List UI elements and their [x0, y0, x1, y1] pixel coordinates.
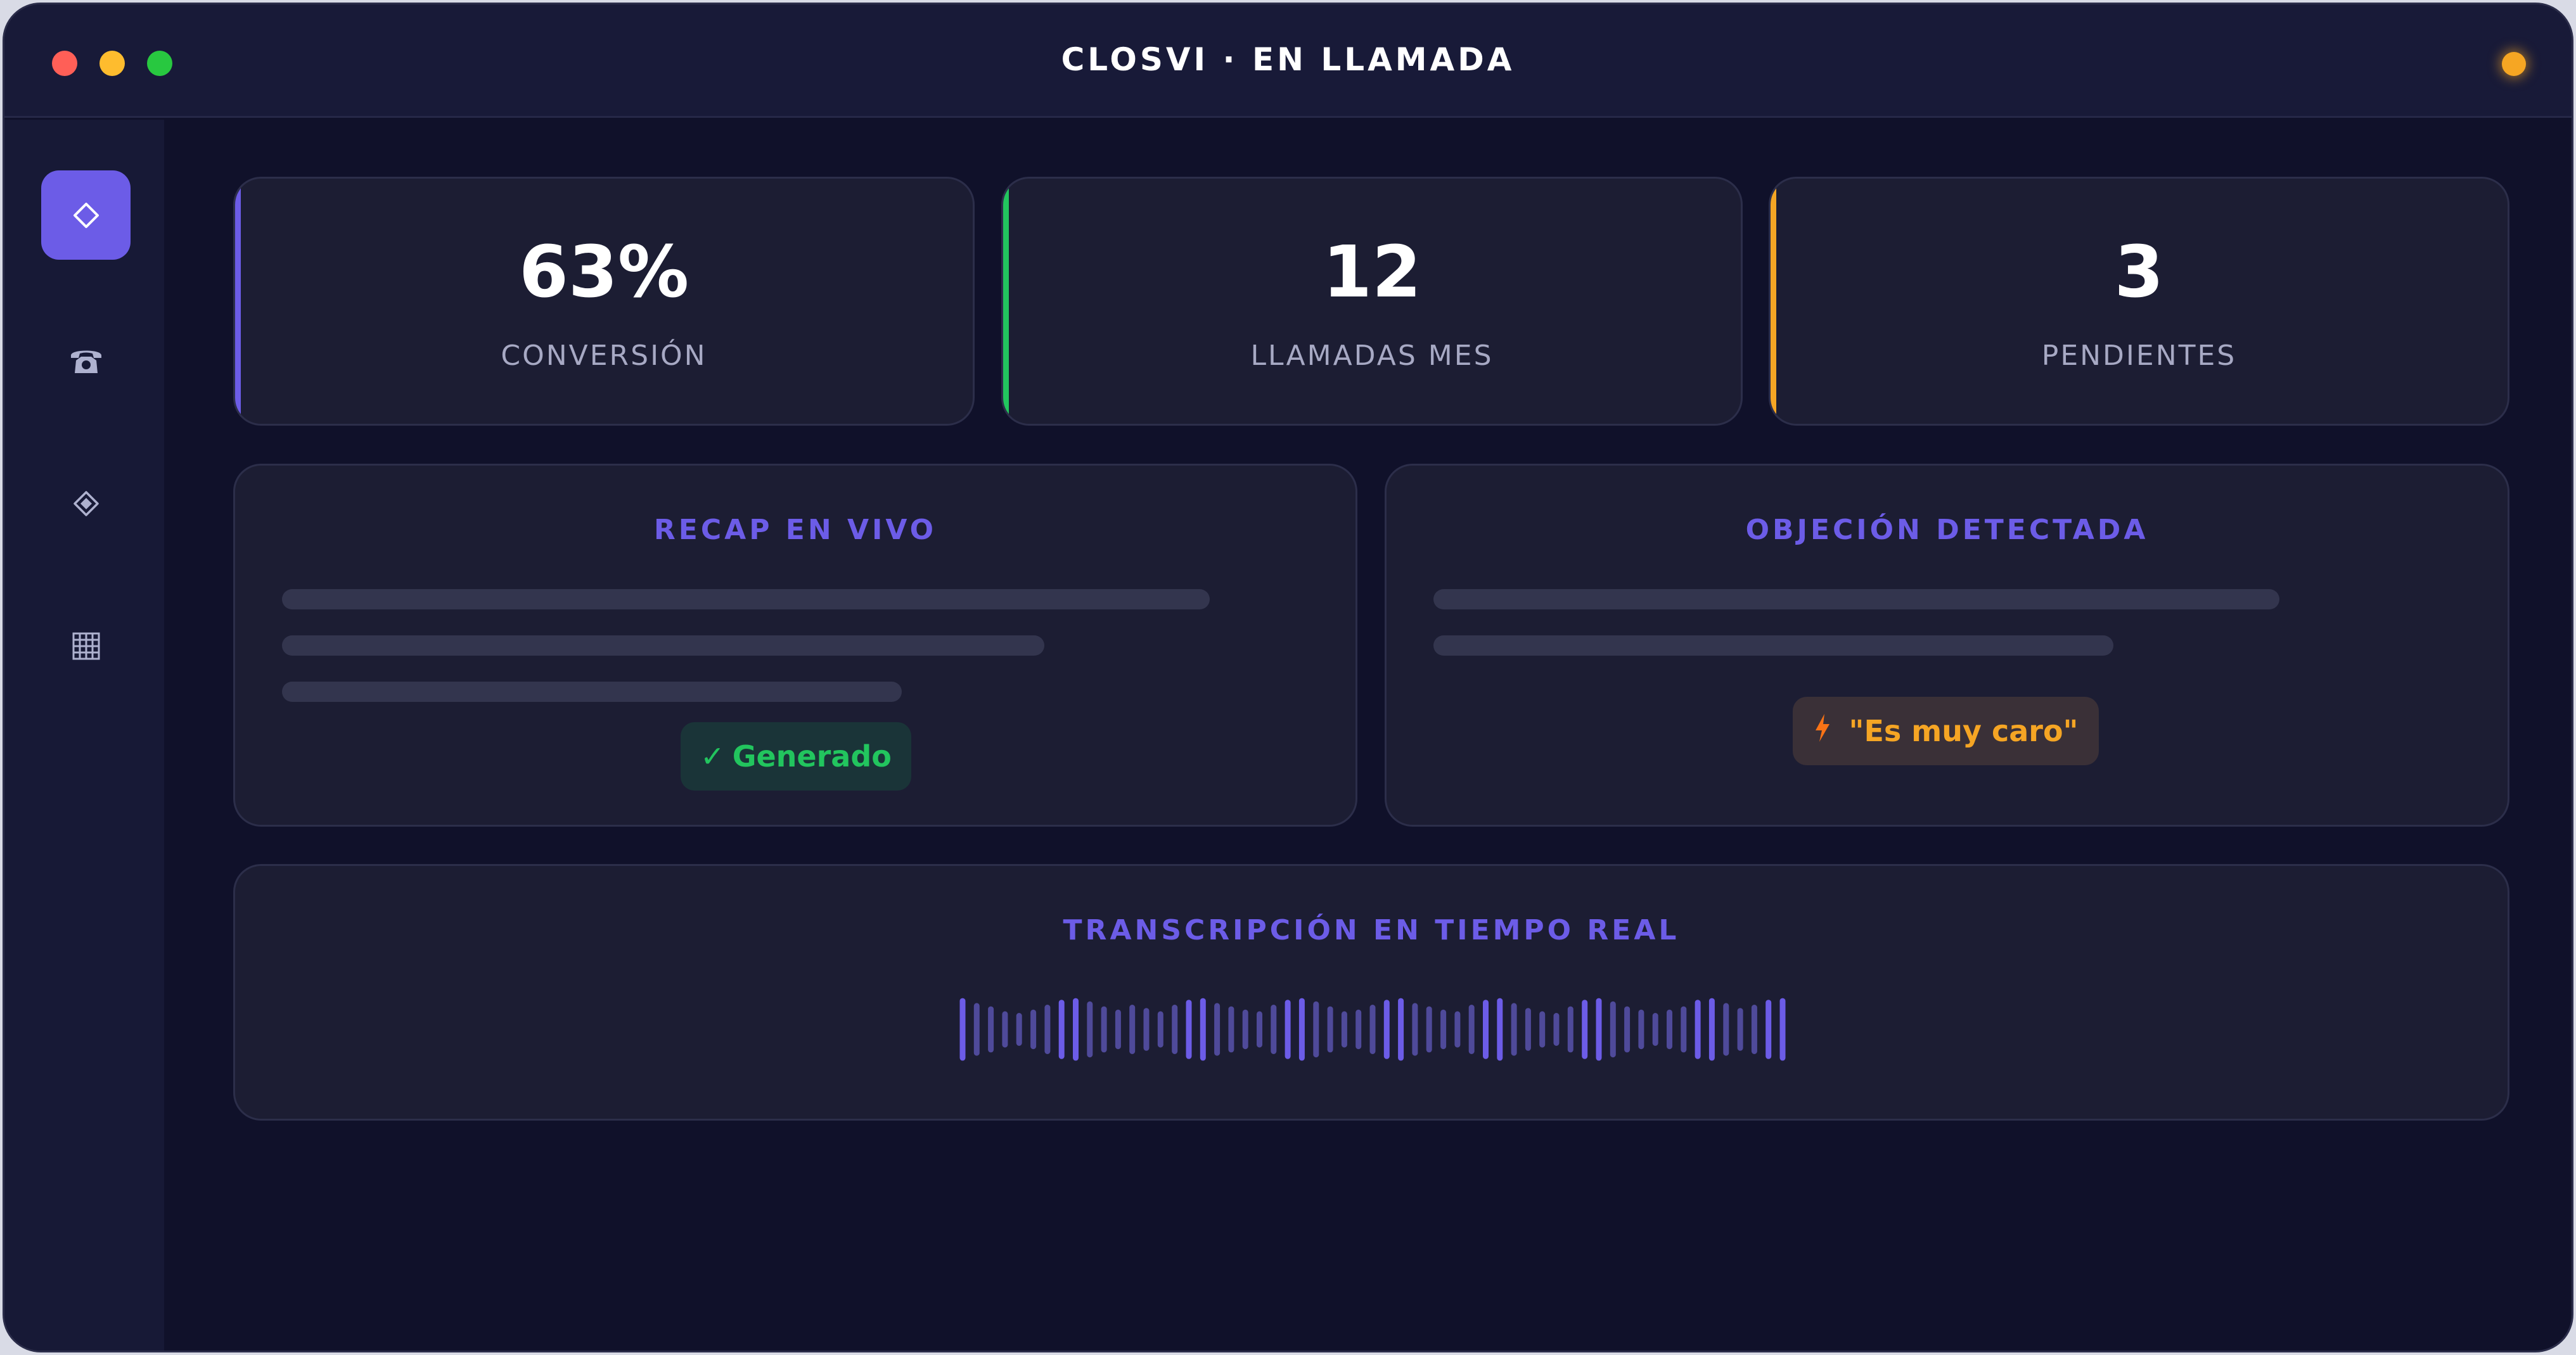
waveform-bar	[1214, 1003, 1221, 1056]
waveform-bar	[1610, 1001, 1616, 1058]
waveform-bar	[1285, 1000, 1291, 1059]
title-bar: CLOSVI · EN LLAMADA	[4, 4, 2572, 118]
waveform-bar	[1186, 1000, 1192, 1059]
stat-value: 3	[2114, 231, 2164, 314]
waveform-bar	[1624, 1006, 1631, 1053]
phone-icon	[67, 344, 105, 377]
diamond-icon	[72, 201, 100, 229]
stat-label: CONVERSIÓN	[501, 340, 707, 372]
stat-value: 12	[1323, 231, 1421, 314]
waveform-bar	[973, 1003, 980, 1056]
objection-badge: "Es muy caro"	[1793, 697, 2099, 765]
waveform-bar	[1681, 1006, 1687, 1053]
waveform-bar	[1002, 1011, 1008, 1048]
waveform-bar	[959, 998, 966, 1061]
recap-panel: RECAP EN VIVO ✓ Generado	[233, 464, 1357, 827]
sidebar-item-reports[interactable]	[41, 601, 131, 690]
sidebar-item-calls[interactable]	[41, 315, 131, 405]
waveform-bar	[1369, 1005, 1376, 1054]
waveform-bar	[1044, 1005, 1051, 1054]
waveform-bar	[1553, 1013, 1560, 1046]
waveform-bar	[1638, 1009, 1644, 1050]
waveform-bar	[1567, 1006, 1573, 1053]
grid-icon	[72, 632, 101, 661]
waveform-bar	[1751, 1005, 1757, 1054]
waveform-bar	[1412, 1003, 1418, 1056]
objection-panel: OBJECIÓN DETECTADA "Es muy caro"	[1385, 464, 2509, 827]
recap-generated-badge: ✓ Generado	[681, 722, 911, 791]
sidebar	[4, 120, 164, 1351]
waveform-bar	[1115, 1009, 1121, 1050]
waveform-bar	[988, 1006, 994, 1053]
waveform-bar	[1172, 1005, 1178, 1054]
waveform-bar	[1087, 1001, 1093, 1058]
waveform-bar	[1298, 998, 1305, 1061]
stat-label: PENDIENTES	[2041, 340, 2237, 372]
waveform-bar	[1143, 1008, 1150, 1051]
waveform-bar	[1582, 1000, 1588, 1059]
waveform-bar	[1398, 998, 1404, 1061]
waveform-bar	[1468, 1005, 1475, 1054]
waveform-bar	[1779, 998, 1786, 1061]
waveform-bar	[1327, 1006, 1333, 1053]
stat-card-calls-month: 12 LLAMADAS MES	[1001, 177, 1743, 426]
waveform-bar	[1355, 1009, 1362, 1050]
waveform-bar	[1497, 998, 1503, 1061]
waveform-bar	[1525, 1008, 1531, 1051]
window-title: CLOSVI · EN LLAMADA	[1061, 41, 1515, 78]
waveform-bar	[1383, 1000, 1390, 1059]
waveform-bar	[1030, 1009, 1037, 1050]
waveform-bar	[1228, 1006, 1234, 1053]
sidebar-item-insights[interactable]	[41, 459, 131, 548]
waveform-bar	[1426, 1006, 1432, 1053]
waveform-bar	[1257, 1011, 1262, 1048]
waveform-bar	[1313, 1001, 1319, 1058]
recap-line-placeholder	[282, 589, 1210, 609]
waveform-bar	[1200, 998, 1206, 1061]
objection-line-placeholder	[1433, 635, 2113, 656]
waveform-bar	[1058, 1000, 1065, 1059]
waveform-bar	[1511, 1003, 1517, 1056]
objection-title: OBJECIÓN DETECTADA	[1745, 514, 2149, 546]
waveform-bar	[1242, 1009, 1248, 1050]
waveform-bar	[1539, 1011, 1546, 1048]
transcription-panel: TRANSCRIPCIÓN EN TIEMPO REAL	[233, 864, 2509, 1121]
objection-quote: "Es muy caro"	[1849, 714, 2079, 748]
app-window: CLOSVI · EN LLAMADA 63% CONVERSIÓN 12 LL…	[3, 3, 2573, 1352]
waveform-bar	[1454, 1011, 1461, 1048]
waveform-bar	[1016, 1013, 1022, 1046]
sidebar-item-dashboard[interactable]	[41, 170, 131, 260]
waveform-bar	[1073, 998, 1079, 1061]
call-status-indicator	[2502, 52, 2526, 76]
recap-line-placeholder	[282, 682, 902, 702]
recap-line-placeholder	[282, 635, 1044, 656]
stat-label: LLAMADAS MES	[1250, 340, 1494, 372]
waveform-bar	[1708, 998, 1715, 1061]
waveform-bar	[1667, 1009, 1672, 1050]
check-icon: ✓	[700, 739, 725, 773]
waveform-bar	[1723, 1003, 1729, 1056]
recap-generated-label: Generado	[732, 739, 892, 773]
waveform-bar	[1271, 1005, 1277, 1054]
objection-line-placeholder	[1433, 589, 2279, 609]
waveform-bar	[1652, 1013, 1658, 1046]
waveform-bar	[1440, 1009, 1447, 1050]
stat-card-pending: 3 PENDIENTES	[1769, 177, 2509, 426]
stat-card-conversion: 63% CONVERSIÓN	[233, 177, 975, 426]
lightning-icon	[1813, 713, 1832, 750]
audio-waveform	[959, 998, 1786, 1061]
waveform-bar	[1129, 1005, 1136, 1054]
recap-title: RECAP EN VIVO	[653, 514, 937, 546]
waveform-bar	[1341, 1011, 1347, 1048]
stat-value: 63%	[518, 231, 689, 314]
waveform-bar	[1483, 1000, 1489, 1059]
waveform-bar	[1157, 1011, 1163, 1048]
waveform-bar	[1695, 1000, 1701, 1059]
waveform-bar	[1596, 998, 1602, 1061]
waveform-bar	[1765, 1000, 1772, 1059]
waveform-bar	[1737, 1008, 1743, 1051]
diamond-inset-icon	[72, 490, 100, 518]
waveform-bar	[1101, 1006, 1107, 1053]
